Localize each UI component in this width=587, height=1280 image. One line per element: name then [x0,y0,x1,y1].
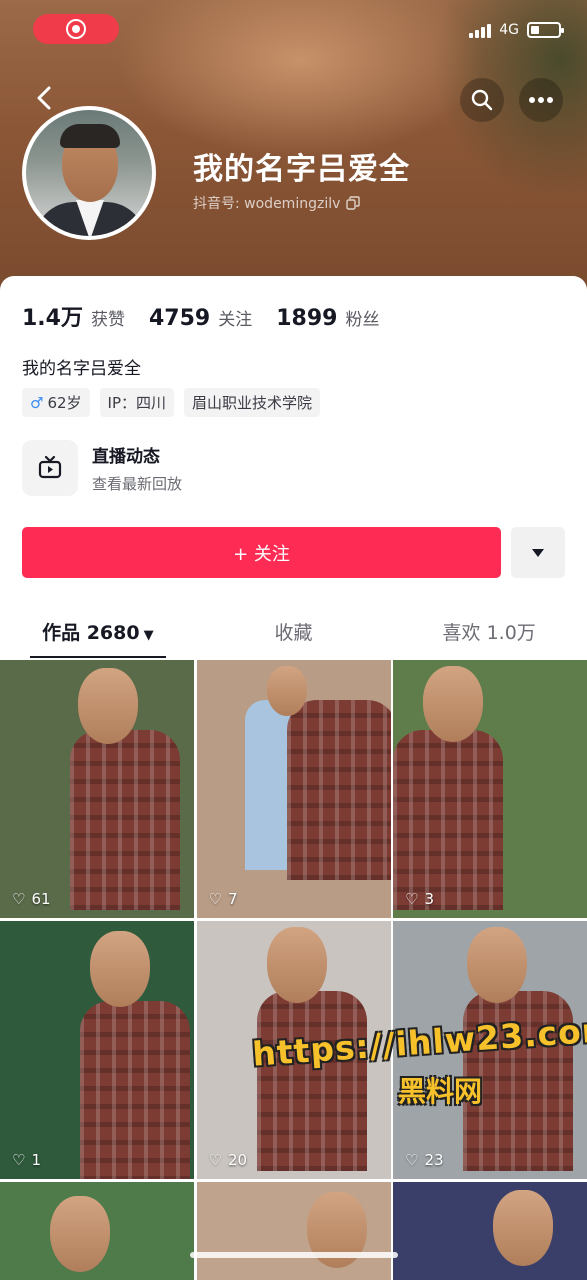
home-indicator[interactable] [190,1252,398,1258]
network-type: 4G [499,22,519,38]
like-count: ♡ 1 [12,1151,41,1169]
stat-value: 1899 [276,306,338,331]
like-count: ♡ 7 [208,890,238,908]
search-icon [471,89,493,111]
douyin-id-text: 抖音号: wodemingzilv [193,196,341,212]
like-count: ♡ 23 [405,1151,444,1169]
profile-nickname: 我的名字吕爱全 [193,152,410,187]
more-button[interactable] [519,78,563,122]
heart-icon: ♡ [208,890,222,908]
signal-icon [469,22,492,38]
stat-label: 粉丝 [345,310,380,330]
caret-down-icon [532,548,544,557]
caret-down-icon: ▼ [143,628,154,643]
more-dots-icon [529,97,553,103]
like-count: ♡ 61 [12,890,51,908]
male-icon: ♂ [30,393,44,412]
like-count: ♡ 3 [405,890,434,908]
screen-recording-indicator[interactable] [33,14,119,44]
age-tag: ♂ 62岁 [22,388,90,417]
heart-icon: ♡ [405,1151,419,1169]
age-text: 62岁 [47,394,82,412]
recommend-dropdown-button[interactable] [511,527,565,578]
tab-label: 收藏 [274,622,313,644]
video-grid: ♡ 61 ♡ 7 ♡ 3 ♡ 1 ♡ 20 ♡ 23 [0,660,587,1280]
live-subtitle: 查看最新回放 [92,475,183,493]
back-arrow-icon [37,86,51,110]
heart-icon: ♡ [12,890,26,908]
profile-bio: 我的名字吕爱全 [22,359,141,379]
profile-tags: ♂ 62岁 IP：四川 眉山职业技术学院 [22,388,321,417]
video-thumbnail[interactable]: ♡ 3 [393,660,587,918]
record-icon [66,19,86,39]
status-bar: 4G [469,22,564,38]
tab-liked[interactable]: 喜欢 1.0万 [391,612,587,658]
back-button[interactable] [28,80,64,116]
tab-works[interactable]: 作品 2680 ▼ [0,612,196,658]
stat-value: 4759 [148,306,211,331]
like-count: ♡ 20 [208,1151,248,1169]
tab-favorites[interactable]: 收藏 [196,612,392,658]
tab-label: 喜欢 1.0万 [442,622,536,644]
tab-label: 作品 2680 [42,622,140,644]
copy-icon [346,196,361,210]
heart-icon: ♡ [405,890,419,908]
heart-icon: ♡ [208,1151,222,1169]
stat-following[interactable]: 4759 关注 [149,305,252,331]
video-thumbnail[interactable]: ♡ 1 [0,921,194,1179]
stat-likes[interactable]: 1.4万 获赞 [22,300,125,332]
watermark-name: 黑料网 [398,1075,483,1108]
douyin-id[interactable]: 抖音号: wodemingzilv [193,193,361,213]
video-thumbnail[interactable]: ♡ 61 [0,660,194,918]
school-tag[interactable]: 眉山职业技术学院 [184,388,321,417]
heart-icon: ♡ [12,1151,26,1169]
battery-icon [527,22,564,38]
stat-followers[interactable]: 1899 粉丝 [276,305,379,331]
video-thumbnail[interactable] [393,1182,587,1280]
video-thumbnail[interactable] [196,1182,391,1280]
stat-value: 1.4万 [22,306,83,331]
video-thumbnail[interactable] [0,1182,194,1280]
stat-label: 获赞 [90,310,125,330]
stat-label: 关注 [218,310,253,330]
avatar[interactable] [22,106,156,240]
video-thumbnail[interactable]: ♡ 7 [196,660,391,918]
live-title: 直播动态 [92,447,160,467]
search-button[interactable] [460,78,504,122]
live-tv-icon [22,440,78,496]
profile-tabs: 作品 2680 ▼ 收藏 喜欢 1.0万 [0,612,587,658]
live-activity-entry[interactable]: 直播动态 查看最新回放 [22,440,182,496]
profile-stats: 1.4万 获赞 4759 关注 1899 粉丝 [22,300,379,332]
follow-button[interactable]: + 关注 [22,527,501,578]
ip-tag: IP：四川 [99,388,175,417]
